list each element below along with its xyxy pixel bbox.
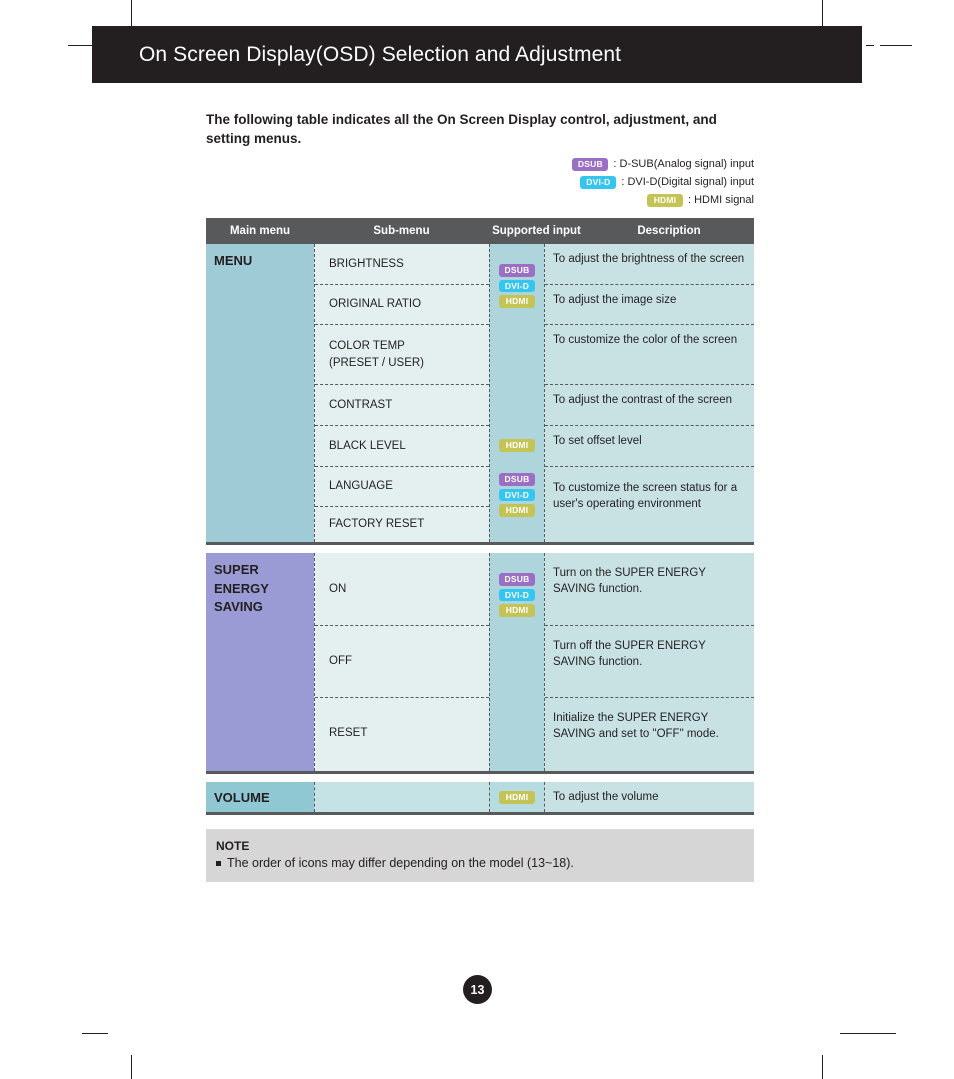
main-menu-cell-super-energy-saving: SUPER ENERGY SAVING [206,553,314,772]
column-header-description: Description [637,225,701,238]
description-column-ses: Turn on the SUPER ENERGY SAVING function… [544,553,754,772]
note-box: NOTE The order of icons may differ depen… [206,829,754,883]
page-title: On Screen Display(OSD) Selection and Adj… [139,42,622,66]
main-menu-cell-volume: VOLUME [206,782,314,813]
table-header-row: Main menu Sub-menu Supported input Descr… [206,218,754,245]
sub-menu-cell[interactable]: CONTRAST [315,384,489,425]
table-section-volume: VOLUME HDMI To adjust the volume [206,782,754,816]
sub-menu-cell[interactable]: RESET [315,697,489,769]
hdmi-badge-icon: HDMI [499,439,535,452]
description-cell: To customize the color of the screen [545,324,754,384]
column-header-sub-menu: Sub-menu [373,225,430,238]
sub-menu-cell[interactable]: COLOR TEMP (PRESET / USER) [315,324,489,384]
description-cell: To adjust the image size [545,284,754,324]
hdmi-badge-icon: HDMI [499,604,535,617]
dvid-badge-icon: DVI-D [499,488,535,502]
crop-mark-bottom-right-horizontal [840,1033,896,1034]
dvid-badge-icon: DVI-D [580,176,617,189]
input-badge-group: HDMI [490,439,544,452]
input-legend: DSUB : D-SUB(Analog signal) input DVI-D … [206,156,754,208]
sub-menu-cell[interactable]: BLACK LEVEL [315,425,489,466]
sub-menu-column-ses: ON OFF RESET [314,553,489,772]
crop-mark-top-right-horizontal [880,45,912,46]
crop-mark-top-right-horizontal-short [866,45,874,46]
main-menu-cell-menu: MENU [206,244,314,543]
input-badge-group: DSUB DVI-D HDMI [490,473,544,517]
page-content: The following table indicates all the On… [206,110,754,883]
column-header-main-menu: Main menu [229,225,291,238]
dsub-badge-icon: DSUB [572,158,609,171]
description-cell: To adjust the contrast of the screen [545,384,754,425]
sub-menu-cell[interactable]: OFF [315,625,489,697]
dvid-badge-icon: DVI-D [499,279,535,293]
osd-table: Main menu Sub-menu Supported input Descr… [206,218,754,816]
note-item-text: The order of icons may differ depending … [227,856,574,871]
hdmi-badge-icon: HDMI [499,295,535,308]
dsub-badge-icon: DSUB [499,264,535,277]
sub-menu-cell[interactable]: LANGUAGE [315,466,489,506]
legend-item-hdmi: HDMI : HDMI signal [646,192,754,208]
legend-item-dvid: DVI-D : DVI-D(Digital signal) input [580,174,754,190]
legend-label-dsub: : D-SUB(Analog signal) input [613,157,754,170]
sub-menu-cell[interactable]: BRIGHTNESS [315,244,489,284]
supported-input-column-menu: DSUB DVI-D HDMI HDMI DSUB DVI-D HDMI [489,244,544,543]
dsub-badge-icon: DSUB [499,473,535,486]
input-badge-group: DSUB DVI-D HDMI [490,264,544,308]
description-cell: To customize the screen status for a use… [545,466,754,542]
square-bullet-icon [216,861,221,867]
page-number-badge: 13 [463,975,492,1004]
description-cell: Turn on the SUPER ENERGY SAVING function… [553,567,706,596]
supported-input-column-ses: DSUB DVI-D HDMI [489,553,544,772]
crop-mark-bottom-left-horizontal [82,1033,108,1034]
sub-menu-cell-volume-empty [314,782,489,813]
intro-paragraph: The following table indicates all the On… [206,112,717,147]
sub-menu-cell[interactable]: ON [315,553,489,625]
description-cell: Turn off the SUPER ENERGY SAVING functio… [545,625,754,697]
note-title: NOTE [216,839,250,854]
dsub-badge-icon: DSUB [499,573,535,586]
description-cell: To adjust the brightness of the screen [553,253,745,266]
input-badge-group: DSUB DVI-D HDMI [490,573,544,617]
crop-mark-bottom-left-vertical [131,1055,132,1079]
crop-mark-bottom-right-vertical [822,1055,823,1079]
page-header-bar: On Screen Display(OSD) Selection and Adj… [92,26,862,83]
sub-menu-cell[interactable]: ORIGINAL RATIO [315,284,489,324]
description-column-menu: To adjust the brightness of the screen T… [544,244,754,543]
column-header-supported-input: Supported input [492,225,581,238]
supported-input-cell-volume: HDMI [489,782,544,813]
sub-menu-column-menu: BRIGHTNESS ORIGINAL RATIO COLOR TEMP (PR… [314,244,489,543]
description-cell-volume: To adjust the volume [544,782,754,813]
crop-mark-top-left-horizontal [68,45,92,46]
legend-item-dsub: DSUB : D-SUB(Analog signal) input [572,156,754,172]
table-section-super-energy-saving: SUPER ENERGY SAVING ON OFF RESET DSUB DV… [206,553,754,775]
description-cell: To set offset level [545,425,754,466]
hdmi-badge-icon: HDMI [499,504,535,517]
hdmi-badge-icon: HDMI [499,791,535,804]
note-list-item: The order of icons may differ depending … [216,856,754,870]
legend-label-hdmi: : HDMI signal [687,193,754,206]
table-section-menu: MENU BRIGHTNESS ORIGINAL RATIO COLOR TEM… [206,244,754,546]
dvid-badge-icon: DVI-D [499,588,535,602]
sub-menu-cell[interactable]: FACTORY RESET [315,506,489,542]
hdmi-badge-icon: HDMI [646,194,683,207]
legend-label-dvid: : DVI-D(Digital signal) input [621,175,754,188]
description-cell: Initialize the SUPER ENERGY SAVING and s… [545,697,754,769]
